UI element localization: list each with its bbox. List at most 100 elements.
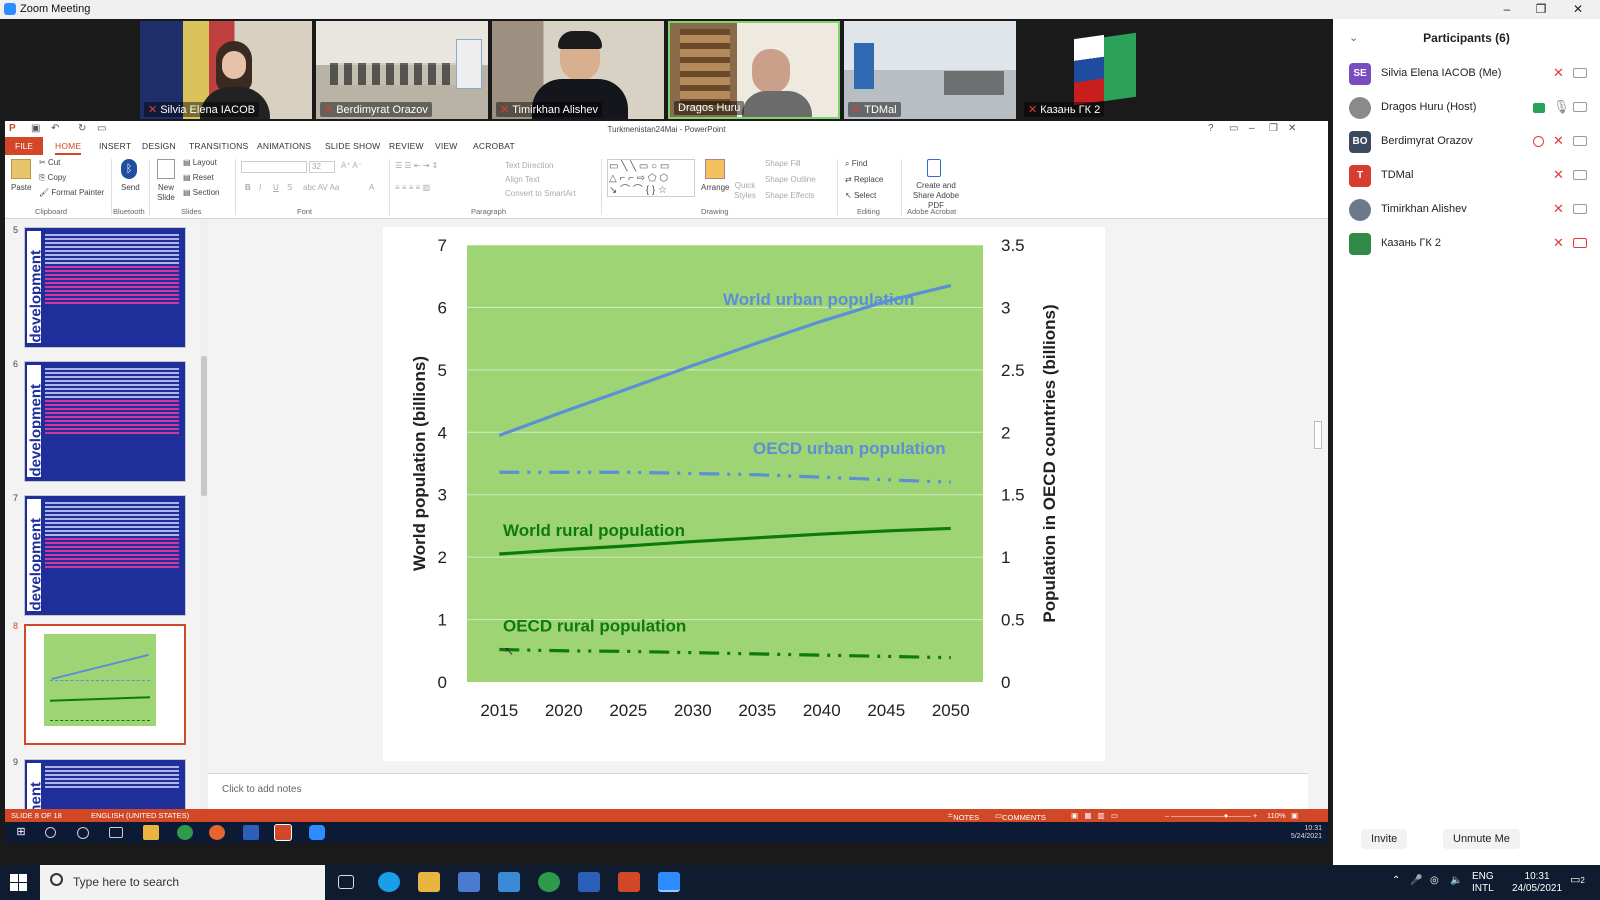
volume-icon[interactable]: 🔈	[1450, 875, 1462, 887]
notes-button[interactable]: ≐ NOTES	[947, 811, 979, 822]
slide-scrollbar[interactable]	[1308, 219, 1328, 809]
participant-row[interactable]: SE Silvia Elena IACOB (Me) ✕	[1333, 57, 1600, 91]
slide-thumbnail[interactable]: development	[24, 361, 186, 482]
view-buttons[interactable]: ▣ ▦ ▥ ▭	[1071, 811, 1118, 820]
paste-button[interactable]: Paste	[11, 183, 31, 192]
font-size-input[interactable]: 32	[309, 161, 335, 173]
restore-button[interactable]: ❐	[1526, 2, 1556, 17]
zoom-icon[interactable]	[658, 872, 680, 892]
minimize-button[interactable]: –	[1492, 2, 1522, 17]
text-direction-button[interactable]: Text Direction	[505, 161, 553, 170]
slide-thumbnail[interactable]: development	[24, 759, 186, 809]
underline-button[interactable]: U	[273, 183, 279, 192]
tab-acrobat[interactable]: ACROBAT	[473, 141, 515, 151]
input-language[interactable]: ENG INTL	[1472, 871, 1494, 895]
windows-start-icon[interactable]: ⊞	[13, 825, 29, 840]
windows-start-button[interactable]	[10, 874, 27, 891]
shadow-button[interactable]: S	[287, 183, 292, 192]
slide-thumbnail[interactable]: development	[24, 495, 186, 616]
ppt-close-icon[interactable]: ✕	[1288, 123, 1296, 134]
shape-outline-button[interactable]: Shape Outline	[765, 175, 816, 184]
participant-row[interactable]: Timirkhan Alishev ✕	[1333, 193, 1600, 227]
participant-row[interactable]: T TDMal ✕	[1333, 159, 1600, 193]
font-name-input[interactable]	[241, 161, 307, 173]
char-spacing-button[interactable]: abc AV Aa	[303, 183, 339, 192]
edge-icon[interactable]	[378, 872, 400, 892]
send-button[interactable]: Send	[121, 183, 140, 192]
cortana-icon[interactable]	[77, 827, 89, 839]
file-explorer-icon[interactable]	[143, 825, 159, 840]
camera-icon[interactable]	[1573, 102, 1587, 112]
tab-review[interactable]: REVIEW	[389, 141, 424, 151]
network-icon[interactable]: ◎	[1430, 875, 1439, 887]
help-icon[interactable]: ?	[1208, 123, 1214, 134]
word-icon[interactable]	[578, 872, 600, 892]
tab-design[interactable]: DESIGN	[142, 141, 176, 151]
video-tile[interactable]: ✕ Berdimyrat Orazov	[316, 21, 488, 119]
video-tile[interactable]: Dragos Huru	[668, 21, 840, 119]
word-icon[interactable]	[243, 825, 259, 840]
mic-muted-icon[interactable]: ✕	[1553, 201, 1564, 217]
section-button[interactable]: ▤ Section	[183, 188, 219, 197]
ribbon-display-icon[interactable]: ▭	[1229, 123, 1238, 134]
quick-styles-button[interactable]: Quick Styles	[733, 181, 757, 201]
bluetooth-icon[interactable]: ᛒ	[121, 159, 137, 179]
thumbnail-scrollbar[interactable]	[200, 219, 208, 809]
convert-smartart-button[interactable]: Convert to SmartArt	[505, 189, 576, 198]
adobe-pdf-icon[interactable]	[927, 159, 941, 177]
microphone-icon[interactable]: 🎤	[1410, 875, 1422, 887]
font-color-button[interactable]: A	[369, 183, 374, 192]
powerpoint-icon[interactable]	[618, 872, 640, 892]
taskbar-search-box[interactable]: Type here to search	[40, 865, 325, 900]
mic-muted-icon[interactable]: ✕	[1553, 65, 1564, 81]
task-view-icon[interactable]	[109, 827, 123, 838]
new-slide-icon[interactable]	[157, 159, 175, 179]
camera-icon[interactable]	[1573, 136, 1587, 146]
replace-button[interactable]: ⇄ Replace	[845, 175, 883, 184]
search-icon[interactable]	[45, 827, 56, 838]
camera-icon[interactable]	[1573, 170, 1587, 180]
tab-animations[interactable]: ANIMATIONS	[257, 141, 311, 151]
italic-button[interactable]: I	[259, 183, 261, 192]
tab-insert[interactable]: INSERT	[99, 141, 131, 151]
language-indicator[interactable]: ENGLISH (UNITED STATES)	[91, 811, 189, 820]
mic-muted-icon[interactable]: ✕	[1553, 133, 1564, 149]
align-text-button[interactable]: Align Text	[505, 175, 540, 184]
slide-thumbnail-selected[interactable]	[24, 624, 186, 745]
bullets-icon[interactable]: ☰ ☰ ⇤ ⇥ ⇕	[395, 161, 438, 170]
video-tile[interactable]: ✕ TDMal	[844, 21, 1016, 119]
slide-thumbnail[interactable]: development	[24, 227, 186, 348]
tab-file[interactable]: FILE	[5, 137, 43, 155]
mic-muted-icon[interactable]: ✕	[1553, 235, 1564, 251]
tab-slide-show[interactable]: SLIDE SHOW	[325, 141, 380, 151]
mic-muted-icon[interactable]: ✕	[1553, 167, 1564, 183]
file-explorer-icon[interactable]	[418, 872, 440, 892]
shapes-gallery[interactable]: ▭ ╲ ╲ ▭ ○ ▭ △ ⌐ ⌐ ⇨ ⬠ ⬡ ↘ ⌒ ⌒ { } ☆	[607, 159, 695, 197]
invite-button[interactable]: Invite	[1361, 829, 1408, 849]
video-tile[interactable]: ✕ Казань ГК 2	[1020, 21, 1192, 119]
tab-home[interactable]: HOME	[55, 141, 82, 155]
unmute-me-button[interactable]: Unmute Me	[1443, 829, 1520, 849]
align-icons[interactable]: ≡ ≡ ≡ ≡ ▥	[395, 183, 430, 192]
system-clock[interactable]: 10:31 24/05/2021	[1512, 871, 1562, 895]
copy-button[interactable]: ⎘ Copy	[39, 173, 66, 183]
bold-button[interactable]: B	[245, 183, 251, 192]
powerpoint-icon[interactable]	[274, 824, 292, 841]
cut-button[interactable]: ✂ Cut	[39, 158, 60, 167]
notes-pane[interactable]: Click to add notes	[208, 773, 1308, 809]
participant-row[interactable]: Казань ГК 2 ✕	[1333, 227, 1600, 261]
video-tile[interactable]: ✕ Timirkhan Alishev	[492, 21, 664, 119]
zoom-level[interactable]: 110%	[1267, 811, 1286, 820]
tray-chevron-icon[interactable]: ⌃	[1392, 875, 1400, 887]
slide[interactable]: 0 1 2 3 4 5 6 7 0 0.5 1 1.5 2 2.5 3 3.5 2015 2020 2025 2030…	[383, 227, 1105, 761]
camera-icon[interactable]	[1573, 68, 1587, 78]
video-tile[interactable]: ✕ Silvia Elena IACOB	[140, 21, 312, 119]
shape-effects-button[interactable]: Shape Effects	[765, 191, 815, 200]
fit-slide-icon[interactable]: ▣	[1291, 811, 1298, 820]
format-painter-button[interactable]: 🖌 Format Painter	[39, 188, 104, 197]
font-grow-icon[interactable]: A⁺ A⁻	[341, 161, 362, 170]
layout-button[interactable]: ▤ Layout	[183, 158, 217, 167]
zoom-slider[interactable]: – ———————●——— +	[1165, 811, 1257, 820]
tab-view[interactable]: VIEW	[435, 141, 458, 151]
new-slide-button[interactable]: New Slide	[153, 183, 179, 203]
